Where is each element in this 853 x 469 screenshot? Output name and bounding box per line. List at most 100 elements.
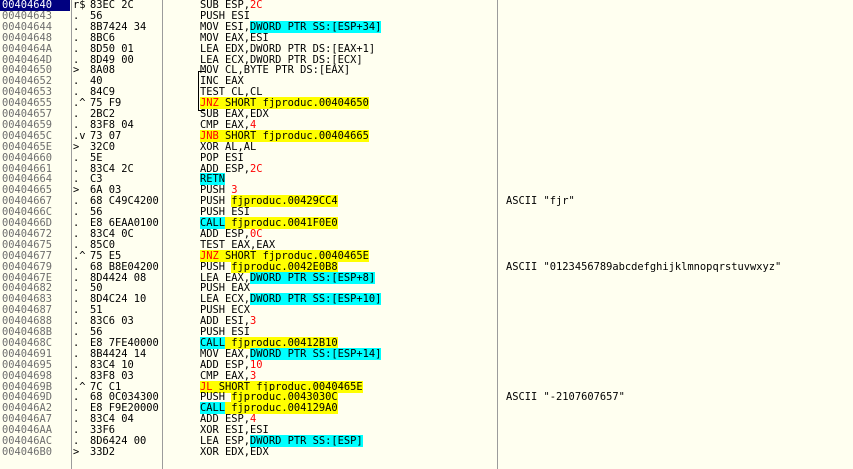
instruction-row[interactable]: 00404644. 8B7424 34 MOV ESI,DWORD PTR SS:[… xyxy=(0,20,853,33)
comment-cell xyxy=(506,76,853,87)
disassembly-view[interactable]: 00404640 r$ 83EC 2C SUB ESP,2C 00404643. 56 PU… xyxy=(0,0,853,469)
comment-cell xyxy=(506,0,853,11)
asm-token: DWORD PTR SS:[ESP+14] xyxy=(250,347,382,360)
jump-gutter: > xyxy=(73,445,80,458)
comment-cell: ASCII "0123456789abcdefghijklmnopqrstuvw… xyxy=(506,260,782,273)
asm-token: DWORD PTR SS:[ESP+10] xyxy=(250,293,382,306)
instruction-row[interactable]: 004046B0 >33D2 XOR EDX,EDX xyxy=(0,445,853,458)
instruction-row[interactable]: 00404652. 40 INC EAX xyxy=(0,76,853,87)
comment-cell xyxy=(506,273,853,284)
hex-dump-cell: 32C0 xyxy=(90,140,116,153)
address-cell: 00404660 xyxy=(2,151,53,164)
instruction-row[interactable]: 00404672. 83C4 0C ADD ESP,0C xyxy=(0,228,853,240)
comment-cell xyxy=(506,87,853,98)
instruction-row[interactable]: 00404650 >8A08 MOV CL,BYTE PTR DS:[EAX] xyxy=(0,65,853,76)
asm-token: XOR EDX,EDX xyxy=(200,445,269,458)
instruction-row[interactable]: 0040464D. 8D49 00 LEA ECX,DWORD PTR DS:[EC… xyxy=(0,54,853,66)
comment-cell xyxy=(506,349,853,360)
comment-cell xyxy=(506,164,853,175)
asm-token: DWORD PTR SS:[ESP+8] xyxy=(250,271,376,284)
asm-token: 3 xyxy=(250,369,257,382)
comment-cell xyxy=(506,240,853,251)
comment-cell xyxy=(506,327,853,338)
comment-cell xyxy=(506,65,853,76)
comment-cell xyxy=(506,316,853,327)
disassembly-cell: MOV CL,BYTE PTR DS:[EAX] xyxy=(200,65,500,76)
comment-cell xyxy=(506,33,853,44)
hex-dump-cell: 75 E5 xyxy=(90,249,122,262)
instruction-row[interactable]: 00404660. 5E POP ESI xyxy=(0,151,853,164)
comment-cell xyxy=(506,283,853,294)
hex-dump-cell: 68 C49C4200 xyxy=(90,195,159,208)
disassembly-cell: JNZ SHORT fjproduc.0040465E xyxy=(200,249,500,262)
loop-bracket xyxy=(198,71,205,111)
disassembly-cell: RETN xyxy=(200,173,500,186)
instruction-row[interactable]: 00404648. 8BC6 MOV EAX,ESI xyxy=(0,31,853,44)
instruction-row[interactable]: 00404677 .^ 75 E5 JNZ SHORT fjproduc.004046… xyxy=(0,249,853,262)
comment-cell xyxy=(506,218,853,229)
asm-token: 2C xyxy=(250,0,263,11)
instruction-row[interactable]: 0040465E >32C0 XOR AL,AL xyxy=(0,140,853,153)
comment-cell xyxy=(506,425,853,436)
instruction-row[interactable]: 00404695. 83C4 10 ADD ESP,10 xyxy=(0,358,853,371)
comment-cell xyxy=(506,294,853,305)
comment-cell xyxy=(506,11,853,22)
comment-cell xyxy=(506,109,853,120)
hex-dump-cell: 5E xyxy=(90,151,103,164)
instruction-row[interactable]: 00404640 r$ 83EC 2C SUB ESP,2C xyxy=(0,0,853,11)
address-cell: 0040465E xyxy=(2,140,53,153)
comment-cell xyxy=(506,207,853,218)
instruction-row[interactable]: 00404698. 83F8 03 CMP EAX,3 xyxy=(0,369,853,382)
comment-cell xyxy=(506,371,853,382)
address-cell: 00404677 xyxy=(2,249,53,262)
instruction-row[interactable]: 0040467E. 8D4424 08 LEA EAX,DWORD PTR SS:[… xyxy=(0,271,853,284)
instruction-row[interactable]: 00404683. 8D4C24 10 LEA ECX,DWORD PTR SS:[… xyxy=(0,293,853,306)
instruction-row[interactable]: 004046A7. 83C4 04 ADD ESP,4 xyxy=(0,414,853,425)
hex-dump-cell: 33D2 xyxy=(90,445,116,458)
hex-dump-cell: 8D50 01 xyxy=(90,42,134,55)
comment-cell: ASCII "-2107607657" xyxy=(506,391,625,404)
address-cell: 00404679 xyxy=(2,260,53,273)
instruction-row[interactable]: 00404659. 83F8 04 CMP EAX,4 xyxy=(0,119,853,131)
comment-cell xyxy=(506,414,853,425)
comment-cell xyxy=(506,120,853,131)
address-cell: 00404698 xyxy=(2,369,53,382)
instruction-row[interactable]: 00404679. 68 B8E04200 PUSH fjproduc.0042E0… xyxy=(0,260,853,273)
comment-cell xyxy=(506,142,853,153)
hex-dump-cell: 8D4C24 10 xyxy=(90,293,147,306)
jump-gutter: .^ xyxy=(73,249,86,262)
address-cell: 00404648 xyxy=(2,31,53,44)
comment-cell xyxy=(506,338,853,349)
instruction-row[interactable]: 00404664. C3 RETN xyxy=(0,173,853,186)
instruction-row[interactable]: 004046AC. 8D6424 00 LEA ESP,DWORD PTR SS:[… xyxy=(0,435,853,447)
instruction-row[interactable]: 00404661. 83C4 2C ADD ESP,2C xyxy=(0,163,853,175)
address-cell: 0040464A xyxy=(2,42,53,55)
instruction-row[interactable]: 00404675. 85C0 TEST EAX,EAX xyxy=(0,238,853,251)
comment-cell xyxy=(506,360,853,371)
jump-gutter: . xyxy=(73,31,80,44)
disassembly-cell: XOR EDX,EDX xyxy=(200,445,500,458)
asm-token: TEST EAX,EAX xyxy=(200,238,276,251)
instruction-row[interactable]: 00404688. 83C6 03 ADD ESI,3 xyxy=(0,316,853,327)
jump-gutter: > xyxy=(73,140,80,153)
asm-token: 3 xyxy=(250,315,257,328)
comment-cell xyxy=(506,229,853,240)
instruction-row[interactable]: 00404667. 68 C49C4200 PUSH fjproduc.00429C… xyxy=(0,195,853,208)
instruction-row[interactable]: 0040465C .v 73 07 JNB SHORT fjproduc.004046… xyxy=(0,129,853,142)
comment-cell xyxy=(506,22,853,33)
comment-cell xyxy=(506,55,853,66)
disassembly-cell: CMP EAX,3 xyxy=(200,369,500,382)
comment-cell xyxy=(506,174,853,185)
comment-cell xyxy=(506,436,853,447)
jump-gutter: . xyxy=(73,260,80,273)
comment-cell xyxy=(506,98,853,109)
comment-cell xyxy=(506,251,853,262)
comment-cell: ASCII "fjr" xyxy=(506,195,575,208)
hex-dump-cell: 8A08 xyxy=(90,64,116,77)
jump-gutter: . xyxy=(73,42,80,55)
instruction-row[interactable]: 0040464A. 8D50 01 LEA EDX,DWORD PTR DS:[EA… xyxy=(0,42,853,55)
instruction-row[interactable]: 00404655 .^ 75 F9 JNZ SHORT fjproduc.004046… xyxy=(0,97,853,110)
instruction-row[interactable]: 00404653. 84C9 TEST CL,CL xyxy=(0,87,853,98)
jump-gutter: . xyxy=(73,358,80,371)
comment-cell xyxy=(506,44,853,55)
